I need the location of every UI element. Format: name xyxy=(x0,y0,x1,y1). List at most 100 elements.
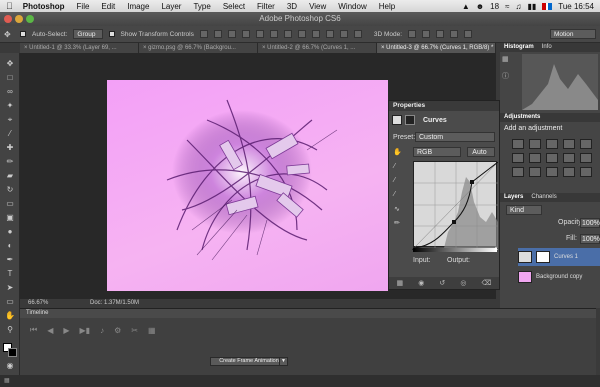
3d-slide-icon[interactable] xyxy=(450,30,459,38)
menu-layer[interactable]: Layer xyxy=(155,2,187,11)
curves-icon[interactable] xyxy=(546,139,558,149)
dock-icon[interactable]: ▦ xyxy=(4,377,10,384)
menu-3d[interactable]: 3D xyxy=(281,2,303,11)
gradient-tool-icon[interactable]: ▣ xyxy=(4,213,16,223)
tab-info[interactable]: Info xyxy=(542,43,552,52)
distribute-top-icon[interactable] xyxy=(283,30,292,38)
levels-icon[interactable] xyxy=(529,139,541,149)
auto-button[interactable]: Auto xyxy=(467,147,495,157)
eyedropper-black-icon[interactable]: ⁄ xyxy=(394,163,395,170)
channel-mixer-icon[interactable] xyxy=(580,153,592,163)
reset-icon[interactable]: ↺ xyxy=(439,279,445,287)
close-button[interactable] xyxy=(4,15,12,23)
menu-image[interactable]: Image xyxy=(121,2,155,11)
align-left-icon[interactable] xyxy=(241,30,250,38)
distribute-middle-icon[interactable] xyxy=(297,30,306,38)
mask-icon[interactable] xyxy=(405,115,415,125)
black-white-icon[interactable] xyxy=(546,153,558,163)
3d-scale-icon[interactable] xyxy=(464,30,473,38)
quick-mask-icon[interactable]: ◉ xyxy=(4,361,16,371)
eraser-tool-icon[interactable]: ▭ xyxy=(4,199,16,209)
menu-window[interactable]: Window xyxy=(332,2,372,11)
healing-tool-icon[interactable]: ✚ xyxy=(4,143,16,153)
eyedropper-white-icon[interactable]: ⁄ xyxy=(394,191,395,198)
channel-dropdown[interactable]: RGB xyxy=(413,147,461,157)
hand-tool-icon[interactable]: ✋ xyxy=(4,311,16,321)
menu-app[interactable]: Photoshop xyxy=(19,2,71,11)
prev-frame-icon[interactable]: ◀ xyxy=(47,326,53,335)
tab-adjustments[interactable]: Adjustments xyxy=(504,113,540,122)
hue-saturation-icon[interactable] xyxy=(512,153,524,163)
curves-graph[interactable] xyxy=(413,161,499,249)
zoom-button[interactable] xyxy=(26,15,34,23)
clock[interactable]: Tue 16:54 xyxy=(558,2,594,11)
battery-count[interactable]: 18 xyxy=(490,2,499,11)
volume-icon[interactable]: ♫ xyxy=(515,2,521,11)
adobe-icon[interactable]: ▲ xyxy=(462,2,470,11)
distribute-center-icon[interactable] xyxy=(339,30,348,38)
pen-tool-icon[interactable]: ✒ xyxy=(4,255,16,265)
posterize-icon[interactable] xyxy=(529,167,541,177)
crop-tool-icon[interactable]: ⌖ xyxy=(4,115,16,125)
transition-icon[interactable]: ▦ xyxy=(148,326,156,335)
threshold-icon[interactable] xyxy=(546,167,558,177)
info-side-icon[interactable]: ⓘ xyxy=(502,71,509,81)
zoom-level[interactable]: 66.67% xyxy=(28,300,48,306)
white-point-slider[interactable]: ▲ xyxy=(493,246,499,252)
wifi-icon[interactable]: ≈ xyxy=(505,2,509,11)
background-color-swatch[interactable] xyxy=(8,348,17,357)
auto-select-dropdown[interactable]: Group xyxy=(73,29,103,39)
vibrance-icon[interactable] xyxy=(580,139,592,149)
3d-roll-icon[interactable] xyxy=(422,30,431,38)
tab-gizmo[interactable]: × gizmo.psg @ 66.7% (Backgrou... xyxy=(139,43,258,53)
layer-filter-dropdown[interactable]: Kind xyxy=(506,205,542,215)
shape-tool-icon[interactable]: ▭ xyxy=(4,297,16,307)
split-icon[interactable]: ✂ xyxy=(131,326,138,335)
trash-icon[interactable]: ⌫ xyxy=(482,279,492,287)
3d-rotate-icon[interactable] xyxy=(408,30,417,38)
tab-channels[interactable]: Channels xyxy=(531,193,556,202)
quick-select-tool-icon[interactable]: ✦ xyxy=(4,101,16,111)
audio-icon[interactable]: ♪ xyxy=(100,326,104,335)
menu-edit[interactable]: Edit xyxy=(95,2,121,11)
eyedropper-tool-icon[interactable]: ⁄ xyxy=(4,129,16,139)
view-previous-icon[interactable]: ◉ xyxy=(418,279,424,287)
visibility-icon[interactable]: ◎ xyxy=(460,279,466,287)
tab-untitled-3[interactable]: × Untitled-3 @ 66.7% (Curves 1, RGB/8) * xyxy=(377,43,496,53)
pencil-icon[interactable]: ✏ xyxy=(394,219,400,227)
type-tool-icon[interactable]: T xyxy=(4,269,16,279)
curve-edit-icon[interactable]: ∿ xyxy=(394,205,400,213)
distribute-left-icon[interactable] xyxy=(325,30,334,38)
path-select-tool-icon[interactable]: ➤ xyxy=(4,283,16,293)
settings-icon[interactable]: ⚙ xyxy=(114,326,121,335)
history-brush-tool-icon[interactable]: ↻ xyxy=(4,185,16,195)
distribute-right-icon[interactable] xyxy=(353,30,362,38)
align-middle-icon[interactable] xyxy=(213,30,222,38)
preset-dropdown[interactable]: Custom xyxy=(415,132,495,142)
brush-tool-icon[interactable]: ✏ xyxy=(4,157,16,167)
brightness-icon[interactable] xyxy=(512,139,524,149)
tab-untitled-1[interactable]: × Untitled-1 @ 33.3% (Layer 69, ... xyxy=(20,43,139,53)
eyedropper-gray-icon[interactable]: ⁄ xyxy=(394,177,395,184)
selective-color-icon[interactable] xyxy=(580,167,592,177)
align-bottom-icon[interactable] xyxy=(227,30,236,38)
align-right-icon[interactable] xyxy=(269,30,278,38)
photo-filter-icon[interactable] xyxy=(563,153,575,163)
zoom-tool-icon[interactable]: ⚲ xyxy=(4,325,16,335)
layer-row[interactable]: Background copy xyxy=(518,268,600,286)
first-frame-icon[interactable]: ⏮ xyxy=(30,325,37,335)
3d-pan-icon[interactable] xyxy=(436,30,445,38)
curves-adjustment-icon[interactable] xyxy=(392,115,402,125)
auto-select-checkbox[interactable] xyxy=(20,31,26,37)
black-point-slider[interactable]: ▲ xyxy=(411,246,417,252)
align-top-icon[interactable] xyxy=(199,30,208,38)
play-icon[interactable]: ▶ xyxy=(63,326,69,335)
marquee-tool-icon[interactable]: □ xyxy=(4,73,16,83)
clone-stamp-tool-icon[interactable]: ▰ xyxy=(4,171,16,181)
blur-tool-icon[interactable]: ● xyxy=(4,227,16,237)
invert-icon[interactable] xyxy=(512,167,524,177)
next-frame-icon[interactable]: ▶▮ xyxy=(80,326,91,335)
menu-type[interactable]: Type xyxy=(187,2,216,11)
create-frame-animation-button[interactable]: Create Frame Animation xyxy=(210,357,288,366)
move-tool-icon[interactable]: ✥ xyxy=(4,59,16,69)
